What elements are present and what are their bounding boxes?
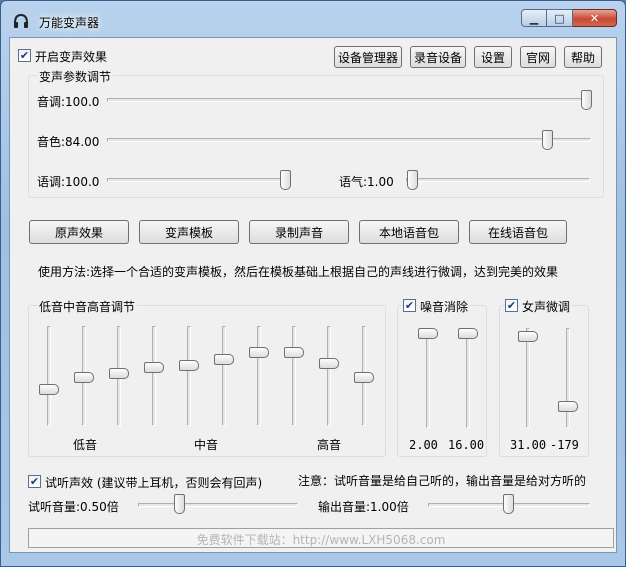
- eq-track-5: [187, 326, 191, 426]
- output-volume-label: 输出音量:1.00倍: [318, 500, 409, 514]
- noise-track-1: [426, 328, 430, 428]
- eq-track-7: [257, 326, 261, 426]
- close-icon: ✕: [589, 11, 600, 25]
- local-voice-pack-button[interactable]: 本地语音包: [359, 220, 459, 244]
- female-track-2: [566, 328, 570, 428]
- speed-slider[interactable]: [280, 170, 291, 190]
- eq-slider-6[interactable]: [214, 354, 234, 366]
- output-volume-slider[interactable]: [503, 494, 514, 514]
- pitch-slider[interactable]: [581, 90, 592, 110]
- maximize-icon: □: [554, 11, 565, 25]
- female-voice-label: 女声微调: [520, 298, 573, 315]
- online-voice-pack-button[interactable]: 在线语音包: [469, 220, 567, 244]
- status-bar: 免费软件下载站：http://www.LXH5068.com: [28, 528, 614, 548]
- eq-slider-8[interactable]: [284, 347, 304, 359]
- eq-slider-9[interactable]: [319, 358, 339, 370]
- noise-value-2: 16.00: [448, 438, 485, 452]
- eq-title: 低音中音高音调节: [37, 298, 138, 315]
- eq-slider-4[interactable]: [144, 361, 164, 373]
- tone-slider[interactable]: [407, 170, 418, 190]
- eq-slider-5[interactable]: [179, 359, 199, 371]
- timbre-slider[interactable]: [542, 130, 553, 150]
- original-effect-button[interactable]: 原声效果: [29, 220, 129, 244]
- listen-volume-track: [138, 503, 298, 507]
- eq-slider-3[interactable]: [109, 367, 129, 379]
- eq-track-9: [327, 326, 331, 426]
- checkmark-icon: ✔: [404, 299, 415, 312]
- volume-note: 注意：试听音量是给自己听的，输出音量是给对方听的: [298, 474, 587, 488]
- title-bar[interactable]: 万能变声器 ▁ □ ✕: [1, 1, 625, 37]
- voice-params-title: 变声参数调节: [37, 68, 114, 85]
- device-manager-button[interactable]: 设备管理器: [334, 46, 402, 68]
- female-slider-1[interactable]: [518, 330, 538, 342]
- monitor-checkbox[interactable]: ✔: [28, 475, 41, 488]
- speed-slider-track: [107, 178, 291, 182]
- eq-high-label: 高音: [317, 438, 342, 452]
- listen-volume-label: 试听音量:0.50倍: [28, 500, 119, 514]
- female-slider-2[interactable]: [558, 400, 578, 412]
- usage-instructions: 使用方法:选择一个合适的变声模板，然后在模板基础上根据自己的声线进行微调，达到完…: [38, 265, 559, 279]
- minimize-button[interactable]: ▁: [521, 9, 547, 27]
- tone-label: 语气:1.00: [339, 175, 394, 189]
- female-voice-group: ✔ 女声微调 31.00 -179: [499, 298, 589, 457]
- help-button[interactable]: 帮助: [564, 46, 602, 68]
- eq-track-8: [292, 326, 296, 426]
- speed-label: 语调:100.0: [37, 175, 100, 189]
- eq-group: 低音中音高音调节 低音 中音 高音: [28, 298, 386, 457]
- pitch-slider-track: [107, 98, 591, 102]
- headphones-icon: [14, 13, 28, 28]
- monitor-label: 试听声效 (建议带上耳机，否则会有回声): [45, 476, 263, 490]
- record-voice-button[interactable]: 录制声音: [249, 220, 349, 244]
- female-value-2: -179: [550, 438, 579, 452]
- checkmark-icon: ✔: [19, 49, 30, 62]
- maximize-button[interactable]: □: [547, 9, 573, 27]
- eq-slider-7[interactable]: [249, 347, 269, 359]
- checkmark-icon: ✔: [29, 475, 40, 488]
- voice-template-button[interactable]: 变声模板: [139, 220, 239, 244]
- noise-reduction-label: 噪音消除: [418, 298, 471, 315]
- voice-params-group: 变声参数调节 音调:100.0 音色:84.00 语调:100.0 语气:1.0…: [28, 68, 604, 198]
- watermark-text: 免费软件下载站：http://www.LXH5068.com: [196, 533, 446, 547]
- pitch-label: 音调:100.0: [37, 95, 100, 109]
- female-value-1: 31.00: [510, 438, 547, 452]
- eq-slider-2[interactable]: [74, 372, 94, 384]
- recording-device-button[interactable]: 录音设备: [410, 46, 466, 68]
- eq-low-label: 低音: [73, 438, 98, 452]
- eq-track-6: [222, 326, 226, 426]
- noise-reduction-checkbox[interactable]: ✔: [403, 299, 416, 312]
- timbre-label: 音色:84.00: [37, 135, 100, 149]
- client-area: ✔ 开启变声效果 设备管理器 录音设备 设置 官网 帮助 变声参数调节 音调:1…: [9, 37, 617, 553]
- eq-track-1: [47, 326, 51, 426]
- noise-track-2: [466, 328, 470, 428]
- noise-value-1: 2.00: [409, 438, 438, 452]
- close-button[interactable]: ✕: [573, 9, 617, 27]
- minimize-icon: ▁: [529, 11, 539, 25]
- main-window: 万能变声器 ▁ □ ✕ ✔ 开启变声效果 设备管理器 录音设备 设置 官网 帮助…: [0, 0, 626, 567]
- checkmark-icon: ✔: [506, 299, 517, 312]
- noise-slider-1[interactable]: [418, 328, 438, 339]
- noise-slider-2[interactable]: [458, 328, 478, 339]
- noise-group: ✔ 噪音消除 2.00 16.00: [397, 298, 487, 457]
- eq-slider-10[interactable]: [354, 372, 374, 384]
- eq-mid-label: 中音: [194, 438, 219, 452]
- eq-slider-1[interactable]: [39, 383, 59, 395]
- female-track-1: [526, 328, 530, 428]
- enable-effect-label: 开启变声效果: [35, 50, 108, 64]
- female-voice-checkbox[interactable]: ✔: [505, 299, 518, 312]
- window-title: 万能变声器: [39, 16, 100, 30]
- listen-volume-slider[interactable]: [174, 494, 185, 514]
- eq-track-4: [152, 326, 156, 426]
- tone-slider-track: [406, 178, 590, 182]
- timbre-slider-track: [107, 138, 591, 142]
- settings-button[interactable]: 设置: [474, 46, 512, 68]
- enable-effect-checkbox[interactable]: ✔: [18, 49, 31, 62]
- official-site-button[interactable]: 官网: [520, 46, 556, 68]
